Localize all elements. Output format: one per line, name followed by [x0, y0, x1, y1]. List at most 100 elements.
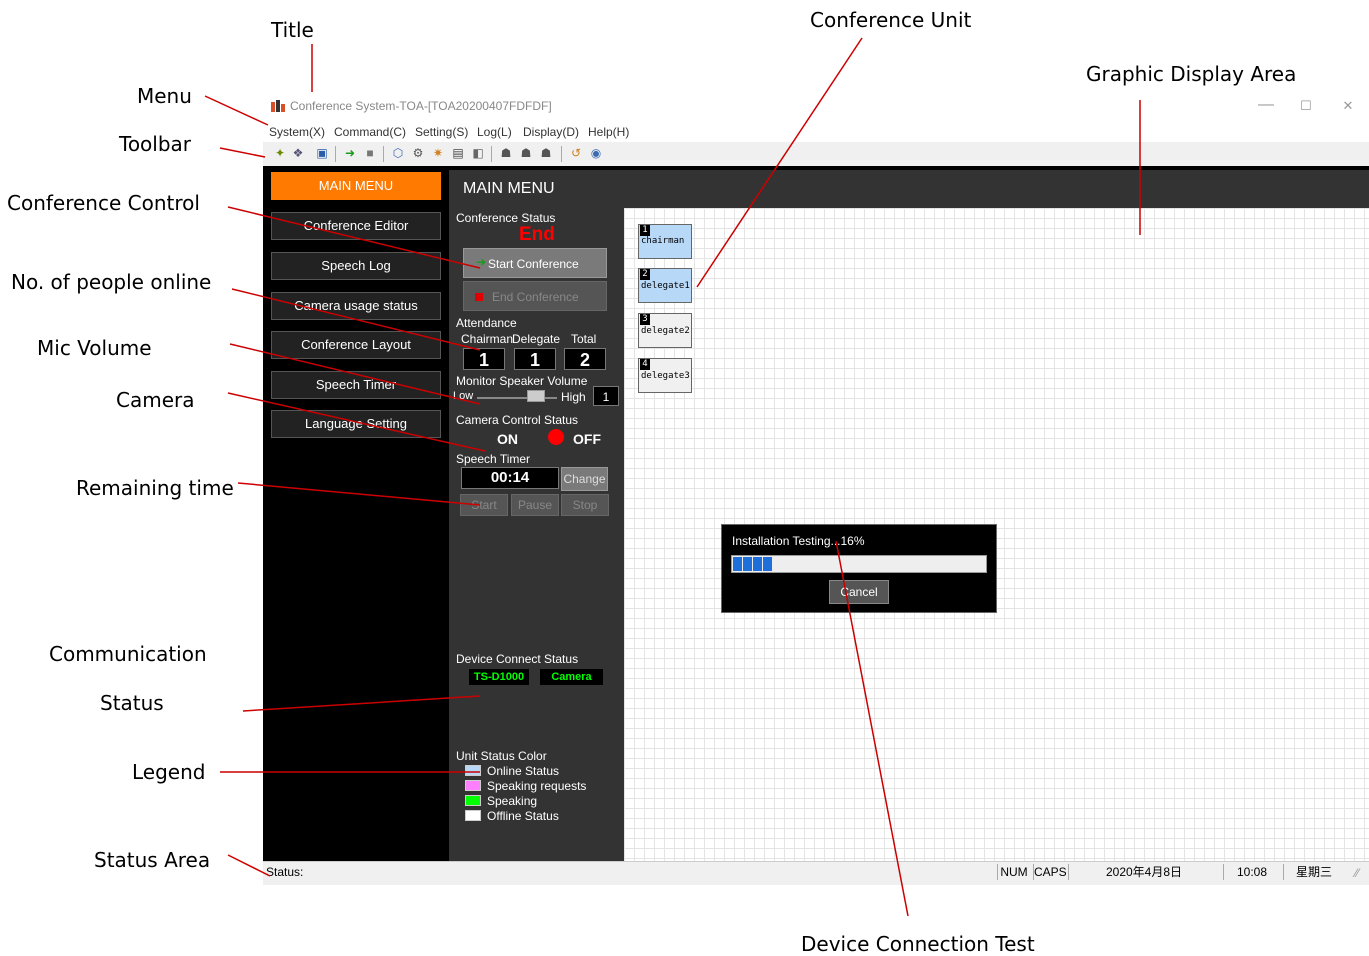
unit-number: 4 [640, 359, 650, 370]
users-icon[interactable]: ❖ [291, 146, 305, 160]
menu-system[interactable]: System(X) [269, 125, 325, 139]
end-conference-button[interactable]: End Conference [463, 281, 607, 311]
camera-settings-icon[interactable]: ✷ [431, 146, 445, 160]
conference-unit[interactable]: 3 delegate2 [638, 313, 692, 348]
status-bar: Status: NUM CAPS 2020年4月8日 10:08 星期三 ⁄⁄ [263, 861, 1369, 882]
volume-slider-handle[interactable] [527, 390, 545, 402]
installation-test-text: Installation Testing...16% [732, 534, 865, 548]
camera-on-label[interactable]: ON [497, 431, 518, 447]
network-icon[interactable]: ⬡ [391, 146, 405, 160]
leader-menu [204, 95, 269, 126]
title-bar[interactable]: Conference System-TOA-[TOA20200407FDFDF]… [263, 90, 1369, 122]
sidebar-item-speech-timer[interactable]: Speech Timer [271, 371, 441, 399]
chairman-label: Chairman [461, 332, 514, 346]
main-header: MAIN MENU [449, 170, 1369, 208]
total-count: 2 [564, 348, 606, 370]
callout-toolbar: Toolbar [119, 132, 192, 156]
app-logo-icon [271, 100, 285, 112]
sidebar-item-conference-layout[interactable]: Conference Layout [271, 331, 441, 359]
installation-progress-bar [731, 555, 987, 573]
progress-segment [763, 557, 772, 571]
toolbar: ✦ ❖ ▣ ➜ ■ ⬡ ⚙ ✷ ▤ ◧ ☗ ☗ ☗ ↺ ◉ [263, 142, 1369, 166]
callout-title: Title [271, 18, 314, 42]
sidebar-item-speech-log[interactable]: Speech Log [271, 252, 441, 280]
sidebar-item-language-setting[interactable]: Language Setting [271, 410, 441, 438]
callout-status-area: Status Area [94, 848, 211, 872]
progress-segment [743, 557, 752, 571]
timer-start-button[interactable]: Start [460, 494, 508, 516]
back-icon[interactable]: ◧ [471, 146, 485, 160]
maximize-button[interactable]: ☐ [1291, 98, 1321, 114]
legend-swatch-offline [465, 810, 481, 821]
unit-name: delegate3 [641, 371, 690, 381]
sidebar: MAIN MENU Conference Editor Speech Log C… [263, 166, 449, 861]
volume-high-label: High [561, 390, 586, 404]
delegate-label: Delegate [512, 332, 561, 346]
volume-low-label: Low [453, 390, 474, 402]
app-area: MAIN MENU Conference Editor Speech Log C… [263, 166, 1369, 861]
unit-name: chairman [641, 236, 685, 246]
menu-display[interactable]: Display(D) [523, 125, 579, 139]
menu-bar: System(X) Command(C) Setting(S) Log(L) D… [263, 122, 1369, 142]
camera-status-indicator [548, 429, 564, 445]
timer-pause-button[interactable]: Pause [511, 494, 559, 516]
legend-online: Online Status [487, 764, 560, 778]
legend-speaking: Speaking [487, 794, 538, 808]
conference-status-label: Conference Status [456, 211, 556, 225]
stop-square-icon[interactable]: ■ [363, 146, 377, 160]
leader-toolbar [219, 147, 266, 158]
resize-grip-icon[interactable]: ⁄⁄ [1355, 866, 1359, 880]
sidebar-item-conference-editor[interactable]: Conference Editor [271, 212, 441, 240]
remaining-time-display: 00:14 [461, 467, 559, 489]
volume-slider-track[interactable] [477, 397, 557, 399]
camera-off-label[interactable]: OFF [573, 431, 601, 447]
user-add-icon[interactable]: ☗ [499, 146, 513, 160]
change-timer-button[interactable]: Change [561, 467, 608, 491]
timer-stop-button[interactable]: Stop [561, 494, 609, 516]
device-connect-status-label: Device Connect Status [456, 652, 579, 666]
minimize-button[interactable]: — [1251, 96, 1281, 114]
end-conference-label: End Conference [492, 290, 579, 304]
toolbar-separator [335, 146, 336, 162]
unit-name: delegate1 [641, 281, 690, 291]
conference-status-value: End [519, 224, 555, 245]
callout-conference-unit: Conference Unit [810, 8, 972, 32]
sidebar-item-camera-usage-status[interactable]: Camera usage status [271, 292, 441, 320]
monitor-icon[interactable]: ▤ [451, 146, 465, 160]
sidebar-item-main-menu[interactable]: MAIN MENU [271, 172, 441, 200]
page-title: MAIN MENU [463, 180, 555, 197]
conference-unit[interactable]: 1 chairman [638, 224, 692, 259]
close-button[interactable]: ✕ [1333, 98, 1363, 114]
start-conference-button[interactable]: ➜ Start Conference [463, 248, 607, 278]
menu-log[interactable]: Log(L) [477, 125, 512, 139]
help-icon[interactable]: ◉ [589, 146, 603, 160]
start-conference-label: Start Conference [488, 257, 579, 271]
installation-test-dialog: Installation Testing...16% Cancel [721, 524, 997, 613]
menu-setting[interactable]: Setting(S) [415, 125, 468, 139]
delegate-count: 1 [514, 348, 556, 370]
screen-icon[interactable]: ▣ [315, 146, 329, 160]
menu-command[interactable]: Command(C) [334, 125, 406, 139]
attendance-label: Attendance [456, 316, 517, 330]
cancel-button[interactable]: Cancel [829, 580, 889, 604]
start-arrow-icon[interactable]: ➜ [343, 146, 357, 160]
callout-people-online: No. of people online [11, 270, 212, 294]
app-window: Conference System-TOA-[TOA20200407FDFDF]… [263, 90, 1369, 885]
conference-unit[interactable]: 2 delegate1 [638, 268, 692, 303]
user-remove-icon[interactable]: ☗ [519, 146, 533, 160]
installation-progress-fill [733, 557, 773, 571]
conference-unit[interactable]: 4 delegate3 [638, 358, 692, 393]
callout-mic-volume: Mic Volume [37, 336, 152, 360]
unit-number: 1 [640, 225, 650, 236]
menu-help[interactable]: Help(H) [588, 125, 629, 139]
group-icon[interactable]: ☗ [539, 146, 553, 160]
status-weekday: 星期三 [1283, 864, 1344, 880]
conference-control-panel: Conference Status End ➜ Start Conference… [449, 208, 624, 861]
unit-number: 2 [640, 269, 650, 280]
undo-icon[interactable]: ↺ [569, 146, 583, 160]
open-icon[interactable]: ✦ [273, 146, 287, 160]
progress-segment [753, 557, 762, 571]
caps-lock-indicator: CAPS [1033, 864, 1066, 880]
gear-icon[interactable]: ⚙ [411, 146, 425, 160]
total-label: Total [571, 332, 597, 346]
